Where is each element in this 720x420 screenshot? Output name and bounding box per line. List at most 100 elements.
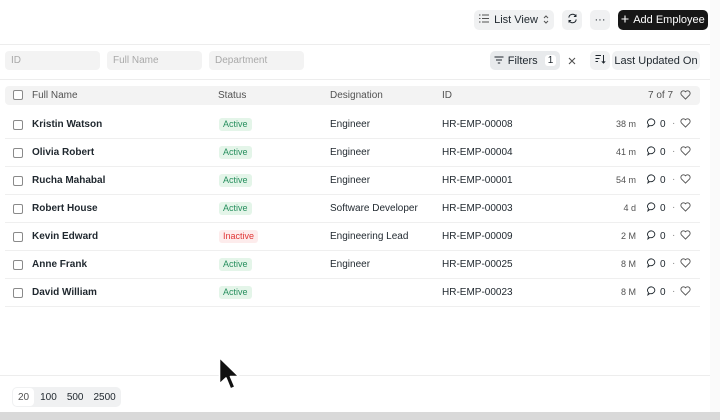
row-checkbox[interactable]	[13, 232, 23, 242]
employee-name[interactable]: Kevin Edward	[32, 231, 98, 242]
close-icon	[568, 54, 576, 68]
table-row[interactable]: Kevin Edward Inactive Engineering Lead HR-E…	[5, 223, 700, 251]
filters-button[interactable]: Filters 1	[490, 51, 560, 70]
employee-name[interactable]: Kristin Watson	[32, 119, 102, 130]
table-row[interactable]: David William Active HR-EMP-00023 8 M 0 ·	[5, 279, 700, 307]
comment-count-value: 0	[660, 175, 666, 186]
refresh-button[interactable]	[562, 10, 582, 30]
employee-name[interactable]: Rucha Mahabal	[32, 175, 105, 186]
separator-dot: ·	[672, 258, 676, 269]
sort-direction-button[interactable]	[590, 51, 610, 70]
clear-filters-button[interactable]	[563, 51, 581, 70]
comment-count[interactable]: 0	[647, 286, 666, 299]
page-size-option[interactable]: 100	[35, 387, 62, 407]
comment-icon	[647, 202, 657, 215]
comment-count-value: 0	[660, 287, 666, 298]
comment-count[interactable]: 0	[647, 230, 666, 243]
table-row[interactable]: Olivia Robert Active Engineer HR-EMP-00004 4…	[5, 139, 700, 167]
designation-cell: Engineer	[330, 259, 371, 270]
heart-icon[interactable]	[680, 118, 691, 131]
table-row[interactable]: Robert House Active Software Developer HR-E…	[5, 195, 700, 223]
employee-id-cell: HR-EMP-00009	[442, 231, 513, 242]
status-badge: Active	[219, 202, 252, 215]
employee-name[interactable]: David William	[32, 287, 97, 298]
full-name-filter-input[interactable]	[107, 51, 202, 70]
last-updated-time: 8 M	[620, 287, 636, 297]
chevron-up-down-icon	[543, 14, 549, 26]
last-updated-time: 2 M	[620, 231, 636, 241]
divider	[0, 79, 710, 80]
heart-icon[interactable]	[680, 286, 691, 299]
list-view-selector[interactable]: List View	[474, 10, 554, 30]
status-badge: Active	[219, 258, 252, 271]
heart-icon[interactable]	[680, 258, 691, 271]
last-updated-time: 38 m	[615, 119, 636, 129]
row-checkbox[interactable]	[13, 260, 23, 270]
page-size-option[interactable]: 500	[62, 387, 89, 407]
comment-count[interactable]: 0	[647, 118, 666, 131]
comment-count[interactable]: 0	[647, 258, 666, 271]
department-filter-input[interactable]	[209, 51, 304, 70]
column-header-full-name[interactable]: Full Name	[32, 90, 78, 101]
id-filter-input[interactable]	[5, 51, 100, 70]
table-row[interactable]: Rucha Mahabal Active Engineer HR-EMP-00001 5…	[5, 167, 700, 195]
comment-count-value: 0	[660, 259, 666, 270]
comment-count-value: 0	[660, 203, 666, 214]
row-checkbox[interactable]	[13, 176, 23, 186]
row-checkbox[interactable]	[13, 288, 23, 298]
column-header-designation[interactable]: Designation	[330, 90, 383, 101]
designation-cell: Engineer	[330, 147, 371, 158]
heart-icon[interactable]	[680, 202, 691, 215]
table-row[interactable]: Kristin Watson Active Engineer HR-EMP-00008…	[5, 111, 700, 139]
last-updated-time: 4 d	[623, 203, 636, 213]
last-updated-time: 41 m	[615, 147, 636, 157]
row-checkbox[interactable]	[13, 148, 23, 158]
sort-descending-icon	[595, 54, 606, 67]
more-icon: ···	[594, 14, 606, 26]
status-badge: Active	[219, 118, 252, 131]
row-checkbox[interactable]	[13, 120, 23, 130]
column-header-id[interactable]: ID	[442, 90, 452, 101]
table-row[interactable]: Anne Frank Active Engineer HR-EMP-00025 8 M 0…	[5, 251, 700, 279]
filter-icon	[494, 55, 504, 67]
column-header-status[interactable]: Status	[218, 90, 246, 101]
scrollbar-track[interactable]	[710, 0, 720, 412]
employee-id-cell: HR-EMP-00004	[442, 147, 513, 158]
heart-icon[interactable]	[680, 146, 691, 159]
page-size-selector: 20 100 500 2500	[12, 387, 121, 407]
select-all-checkbox[interactable]	[13, 90, 23, 100]
separator-dot: ·	[672, 202, 676, 213]
add-employee-label: Add Employee	[633, 14, 705, 26]
page-size-option[interactable]: 20	[13, 388, 35, 406]
sort-field-button[interactable]: Last Updated On	[612, 51, 700, 70]
row-count: 7 of 7	[648, 90, 674, 101]
more-actions-button[interactable]: ···	[590, 10, 610, 30]
employee-id-cell: HR-EMP-00023	[442, 287, 513, 298]
table-header: Full Name Status Designation ID 7 of 7	[5, 86, 700, 105]
heart-icon[interactable]	[680, 230, 691, 243]
comment-count[interactable]: 0	[647, 202, 666, 215]
add-employee-button[interactable]: Add Employee	[618, 10, 708, 30]
list-icon	[479, 14, 490, 26]
status-badge: Active	[219, 174, 252, 187]
designation-cell: Engineer	[330, 175, 371, 186]
designation-cell: Software Developer	[330, 203, 418, 214]
row-checkbox[interactable]	[13, 204, 23, 214]
mouse-cursor-icon	[218, 356, 242, 395]
heart-icon[interactable]	[680, 90, 691, 103]
comment-count-value: 0	[660, 147, 666, 158]
divider	[0, 375, 710, 376]
status-badge: Inactive	[219, 230, 259, 243]
row-divider	[5, 306, 700, 307]
status-badge: Active	[219, 286, 252, 299]
employee-name[interactable]: Olivia Robert	[32, 147, 94, 158]
comment-count[interactable]: 0	[647, 146, 666, 159]
heart-icon[interactable]	[680, 174, 691, 187]
page-size-option[interactable]: 2500	[89, 387, 121, 407]
employee-id-cell: HR-EMP-00008	[442, 119, 513, 130]
employee-name[interactable]: Robert House	[32, 203, 98, 214]
filters-label: Filters	[507, 54, 538, 67]
filters-count-badge: 1	[544, 55, 557, 66]
employee-name[interactable]: Anne Frank	[32, 259, 87, 270]
comment-count[interactable]: 0	[647, 174, 666, 187]
